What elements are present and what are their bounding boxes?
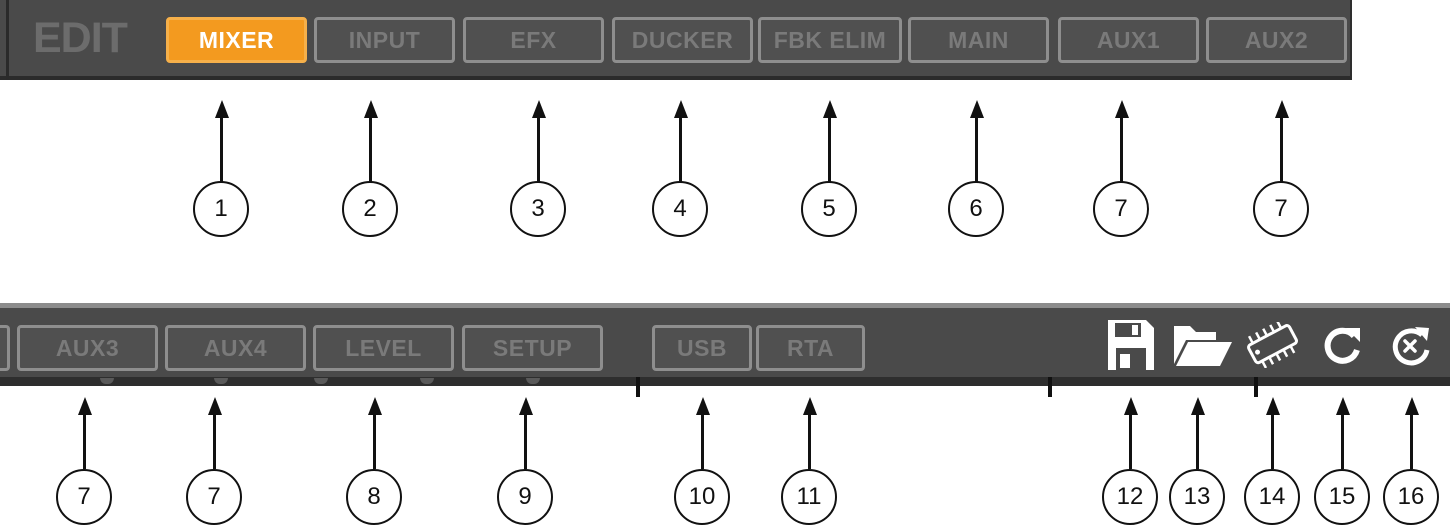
callout-marker: 7 <box>56 469 112 525</box>
save-icon[interactable] <box>1106 318 1156 372</box>
callout-marker: 14 <box>1244 469 1300 525</box>
callout-marker: 11 <box>781 469 837 525</box>
callout-marker: 7 <box>1093 181 1149 237</box>
arrow-shaft <box>373 413 376 469</box>
callout-marker: 4 <box>652 181 708 237</box>
tab-aux4[interactable]: AUX4 <box>165 325 306 371</box>
panel-divider <box>636 377 640 397</box>
arrow-shaft <box>1129 413 1132 469</box>
tab-aux1[interactable]: AUX1 <box>1058 17 1199 63</box>
callout-marker: 2 <box>342 181 398 237</box>
callout-marker: 6 <box>948 181 1004 237</box>
tab-fbk-elim[interactable]: FBK ELIM <box>758 17 902 63</box>
callout-marker: 7 <box>1253 181 1309 237</box>
callout-marker: 9 <box>497 469 553 525</box>
arrow-shaft <box>83 413 86 469</box>
callout-marker: 16 <box>1383 469 1439 525</box>
arrow-shaft <box>1280 116 1283 182</box>
arrow-shaft <box>220 116 223 182</box>
callout-marker: 13 <box>1169 469 1225 525</box>
arrow-shaft <box>369 116 372 182</box>
chip-icon[interactable] <box>1244 322 1302 368</box>
arrow-shaft <box>975 116 978 182</box>
arrow-shaft <box>1341 413 1344 469</box>
edit-label: EDIT <box>33 14 128 62</box>
callout-marker: 12 <box>1102 469 1158 525</box>
callout-marker: 1 <box>193 181 249 237</box>
callout-marker: 15 <box>1314 469 1370 525</box>
tab-main[interactable]: MAIN <box>908 17 1049 63</box>
arrow-shaft <box>537 116 540 182</box>
tab-aux2[interactable]: AUX2 <box>1206 17 1347 63</box>
tab-setup[interactable]: SETUP <box>462 325 603 371</box>
callout-marker: 8 <box>346 469 402 525</box>
tab-partial[interactable] <box>0 325 10 371</box>
tab-mixer[interactable]: MIXER <box>166 17 307 63</box>
tab-input[interactable]: INPUT <box>314 17 455 63</box>
tab-aux3[interactable]: AUX3 <box>17 325 158 371</box>
arrow-shaft <box>1410 413 1413 469</box>
tab-rta[interactable]: RTA <box>756 325 865 371</box>
arrow-shaft <box>828 116 831 182</box>
arrow-shaft <box>679 116 682 182</box>
arrow-shaft <box>213 413 216 469</box>
tab-ducker[interactable]: DUCKER <box>612 17 753 63</box>
arrow-shaft <box>1196 413 1199 469</box>
callout-marker: 10 <box>674 469 730 525</box>
reset-icon[interactable] <box>1388 324 1434 370</box>
arrow-shaft <box>808 413 811 469</box>
refresh-icon[interactable] <box>1320 324 1364 370</box>
tab-efx[interactable]: EFX <box>463 17 604 63</box>
arrow-shaft <box>524 413 527 469</box>
callout-marker: 3 <box>510 181 566 237</box>
tab-level[interactable]: LEVEL <box>313 325 454 371</box>
panel-divider <box>1254 377 1258 397</box>
panel-divider <box>1048 377 1052 397</box>
callout-marker: 5 <box>801 181 857 237</box>
arrow-shaft <box>1120 116 1123 182</box>
arrow-shaft <box>701 413 704 469</box>
toolbar-edge <box>6 0 9 80</box>
tab-usb[interactable]: USB <box>652 325 752 371</box>
open-folder-icon[interactable] <box>1172 320 1234 368</box>
callout-marker: 7 <box>186 469 242 525</box>
arrow-shaft <box>1271 413 1274 469</box>
